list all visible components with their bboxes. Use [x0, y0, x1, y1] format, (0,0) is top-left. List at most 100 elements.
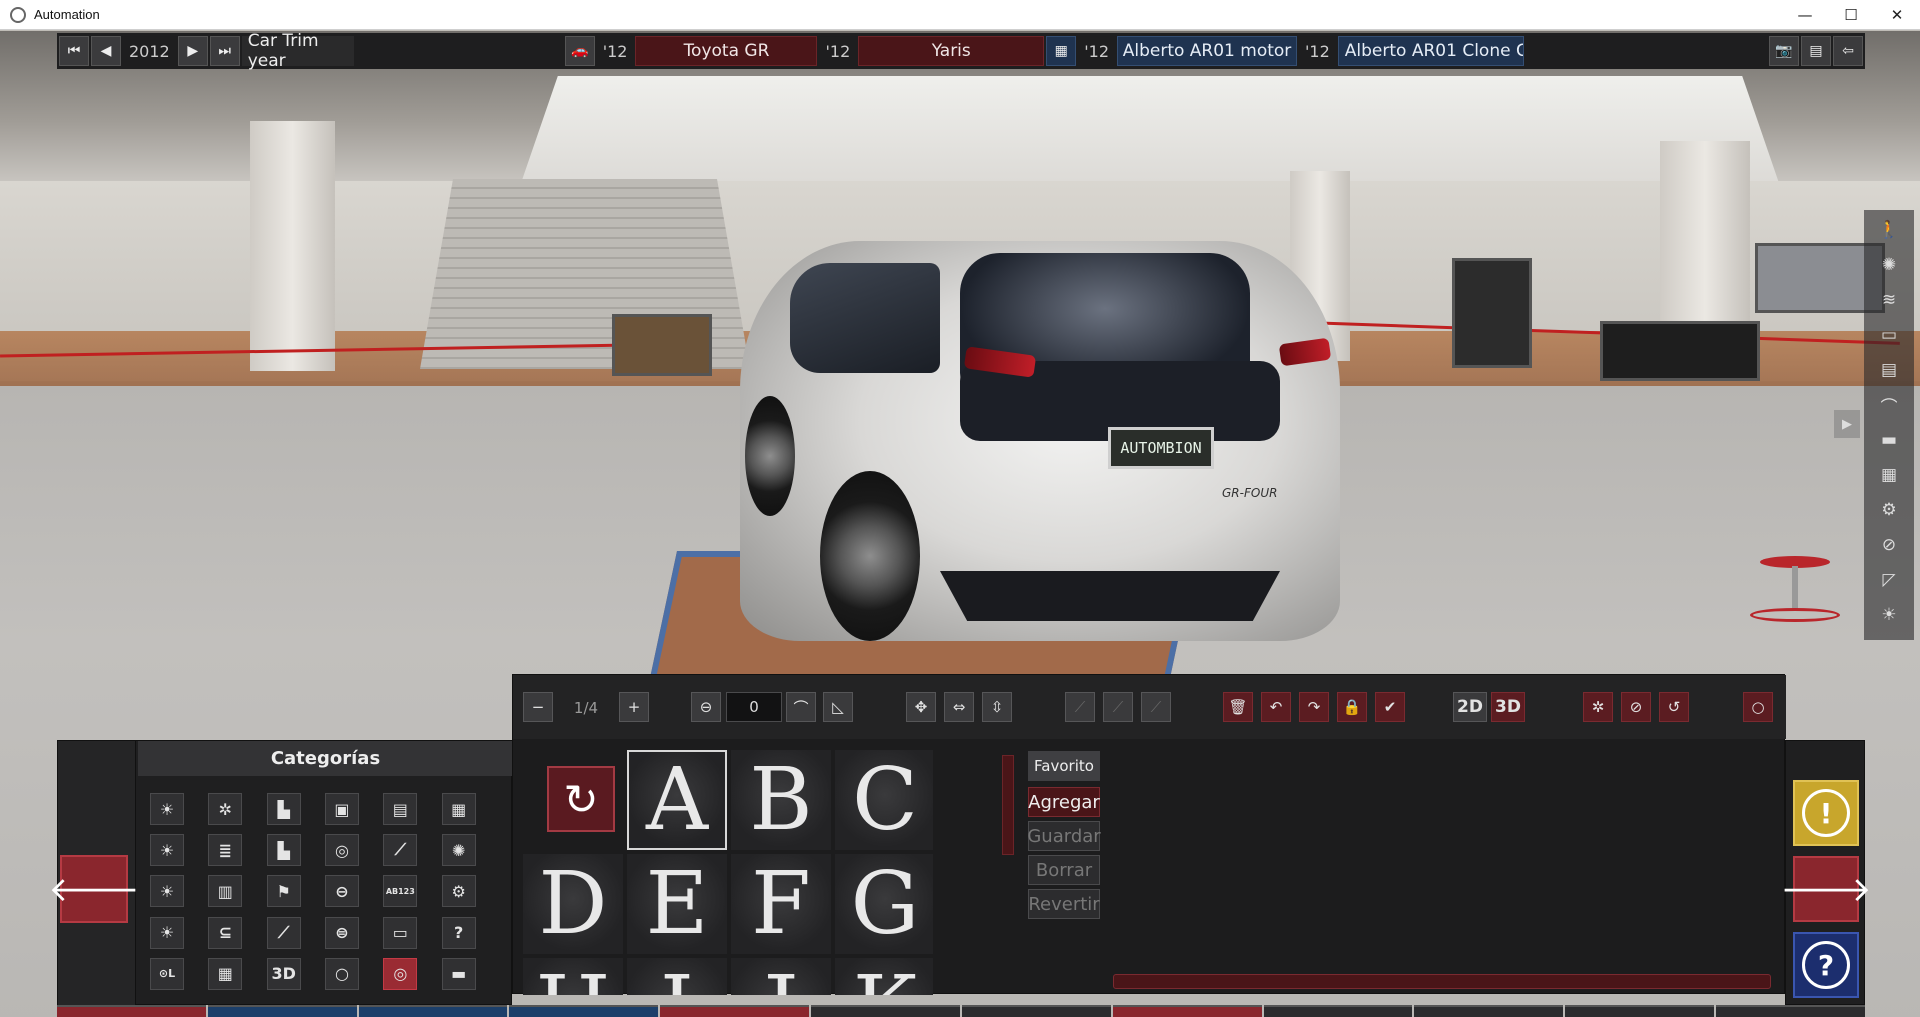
body-icon[interactable]: ⌒	[1875, 391, 1903, 419]
camera-icon[interactable]: 📷	[1769, 36, 1799, 66]
back-arrow-icon[interactable]: ⇦	[1833, 36, 1863, 66]
redo-icon[interactable]: ↷	[1299, 692, 1329, 722]
glyph-scrollbar[interactable]	[1002, 755, 1014, 855]
move-icon[interactable]: ✥	[906, 692, 936, 722]
no-material-icon[interactable]: ⊘	[1621, 692, 1651, 722]
rotation-input[interactable]: 0	[726, 692, 782, 722]
favorites-scrollbar[interactable]	[1113, 974, 1771, 989]
category-vent-icon[interactable]: ▦	[441, 793, 476, 825]
glyph-tile[interactable]: C	[835, 750, 933, 850]
walk-icon[interactable]: 🚶	[1875, 216, 1903, 244]
first-year-button[interactable]: ⏮	[59, 36, 89, 66]
glyph-tile[interactable]: B	[731, 750, 831, 850]
tab-body[interactable]	[207, 1005, 357, 1017]
delete-button[interactable]: Borrar	[1028, 855, 1100, 885]
toggle-3d-button[interactable]: 3D	[1491, 692, 1525, 722]
category-lines-icon[interactable]: ≣	[208, 834, 243, 867]
model-name[interactable]: Toyota GR	[635, 36, 818, 66]
tab-suspension[interactable]	[509, 1005, 659, 1017]
back-button[interactable]: 🡐	[48, 855, 140, 923]
minimize-button[interactable]: —	[1782, 0, 1828, 30]
category-lamp-icon[interactable]: ⊙L	[150, 957, 184, 990]
category-bumper-icon[interactable]: ▭	[383, 916, 418, 949]
glyph-tile[interactable]: D	[523, 854, 623, 954]
last-year-button[interactable]: ⏭	[209, 36, 240, 66]
grille-icon[interactable]: ▦	[1875, 461, 1903, 489]
category-3d-icon[interactable]: 3D	[266, 957, 301, 990]
maximize-button[interactable]: ☐	[1828, 0, 1874, 30]
category-trim-strip-icon[interactable]: ▬	[441, 957, 476, 990]
engine-bay-icon[interactable]: ▭	[1875, 321, 1903, 349]
glyph-tile[interactable]: F	[731, 854, 831, 954]
tab-fixtures[interactable]	[660, 1005, 810, 1017]
glyph-tile[interactable]: E	[627, 854, 727, 954]
tire-icon[interactable]: ⊘	[1875, 531, 1903, 559]
lock-icon[interactable]: 🔒	[1337, 692, 1367, 722]
circle-tool-icon[interactable]: ○	[1743, 692, 1773, 722]
spreadsheet-icon[interactable]: ▤	[1801, 36, 1831, 66]
next-button[interactable]: 🡒	[1780, 856, 1872, 922]
glyph-tile[interactable]: I	[627, 958, 727, 995]
tab-chassis[interactable]	[358, 1005, 508, 1017]
category-headlight-icon[interactable]: ☀	[150, 793, 184, 825]
glyph-tile[interactable]: K	[835, 958, 933, 995]
tab-brakes[interactable]	[1414, 1005, 1564, 1017]
reset-position-icon[interactable]: ↺	[1659, 692, 1689, 722]
category-antenna-icon[interactable]: ⟋	[266, 916, 301, 949]
revert-button[interactable]: Revertir	[1028, 889, 1100, 919]
category-wiper-icon[interactable]: ⟋	[383, 834, 418, 867]
mirror-left-icon[interactable]: ⟋	[1065, 692, 1095, 722]
engine-variant-name[interactable]: Alberto AR01 Clone Clo	[1337, 36, 1524, 66]
tab-tests[interactable]	[1716, 1005, 1865, 1017]
save-button[interactable]: Guardar	[1027, 821, 1101, 851]
rotation-icon[interactable]: ⊖	[691, 692, 721, 722]
category-grille-icon[interactable]: ✲	[208, 793, 243, 825]
light-icon[interactable]: ☀	[1875, 601, 1903, 629]
curve-tool-icon[interactable]: ⌒	[786, 692, 816, 722]
category-letters-icon[interactable]: ◎	[383, 957, 418, 990]
category-wheel-icon[interactable]: ✺	[441, 834, 476, 867]
scale-vertical-icon[interactable]: ⇳	[982, 692, 1012, 722]
glyph-tile[interactable]: G	[835, 854, 933, 954]
glyph-tile[interactable]: A	[627, 750, 727, 850]
category-emblem-icon[interactable]: ⊜	[324, 916, 359, 949]
category-plate-icon[interactable]: AB123	[383, 875, 418, 908]
category-badge-icon[interactable]: ◎	[324, 834, 359, 867]
tab-aero[interactable]	[1565, 1005, 1715, 1017]
category-taillight-icon[interactable]: ☀	[150, 916, 184, 949]
tab-drivetrain[interactable]	[1112, 1005, 1262, 1017]
spring-icon[interactable]: ≋	[1875, 286, 1903, 314]
car-side-icon[interactable]: ▬	[1875, 426, 1903, 454]
next-page-button[interactable]: +	[619, 692, 649, 722]
glyph-tile[interactable]: J	[731, 958, 831, 995]
warning-button[interactable]: !	[1793, 780, 1859, 846]
material-icon[interactable]: ✲	[1583, 692, 1613, 722]
mirror-right-icon[interactable]: ⟋	[1141, 692, 1171, 722]
category-seat-icon[interactable]: ⊆	[208, 916, 243, 949]
reset-icon[interactable]: ↻	[547, 766, 615, 832]
window-icon[interactable]: ◸	[1875, 566, 1903, 594]
category-handle-icon[interactable]: ⊖	[324, 875, 359, 908]
category-panel-icon[interactable]: ▥	[208, 875, 243, 908]
category-texture-icon[interactable]: ▦	[208, 957, 243, 990]
mirror-center-icon[interactable]: ⟋	[1103, 692, 1133, 722]
category-flag-icon[interactable]: ⚑	[266, 875, 301, 908]
engine-icon[interactable]: ▦	[1046, 36, 1077, 66]
wheel-icon[interactable]: ✺	[1875, 251, 1903, 279]
scale-horizontal-icon[interactable]: ⇔	[944, 692, 974, 722]
tab-engine[interactable]	[961, 1005, 1111, 1017]
category-circle-icon[interactable]: ○	[324, 957, 359, 990]
category-foglight-icon[interactable]: ☀	[150, 834, 184, 867]
engine-family-name[interactable]: Alberto AR01 motor	[1117, 36, 1298, 66]
delete-icon[interactable]: 🗑	[1223, 692, 1253, 722]
category-help-icon[interactable]: ?	[441, 916, 476, 949]
add-button[interactable]: Agregar	[1028, 787, 1100, 817]
tab-wheels[interactable]	[1263, 1005, 1413, 1017]
category-spoiler-icon[interactable]: ▙	[266, 834, 301, 867]
prev-page-button[interactable]: −	[523, 692, 553, 722]
close-button[interactable]: ✕	[1874, 0, 1920, 30]
category-exhaust-icon[interactable]: ⚙	[441, 875, 476, 908]
prev-year-button[interactable]: ◀	[91, 36, 121, 66]
chassis-icon[interactable]: ▤	[1875, 356, 1903, 384]
help-button[interactable]: ?	[1793, 932, 1859, 998]
